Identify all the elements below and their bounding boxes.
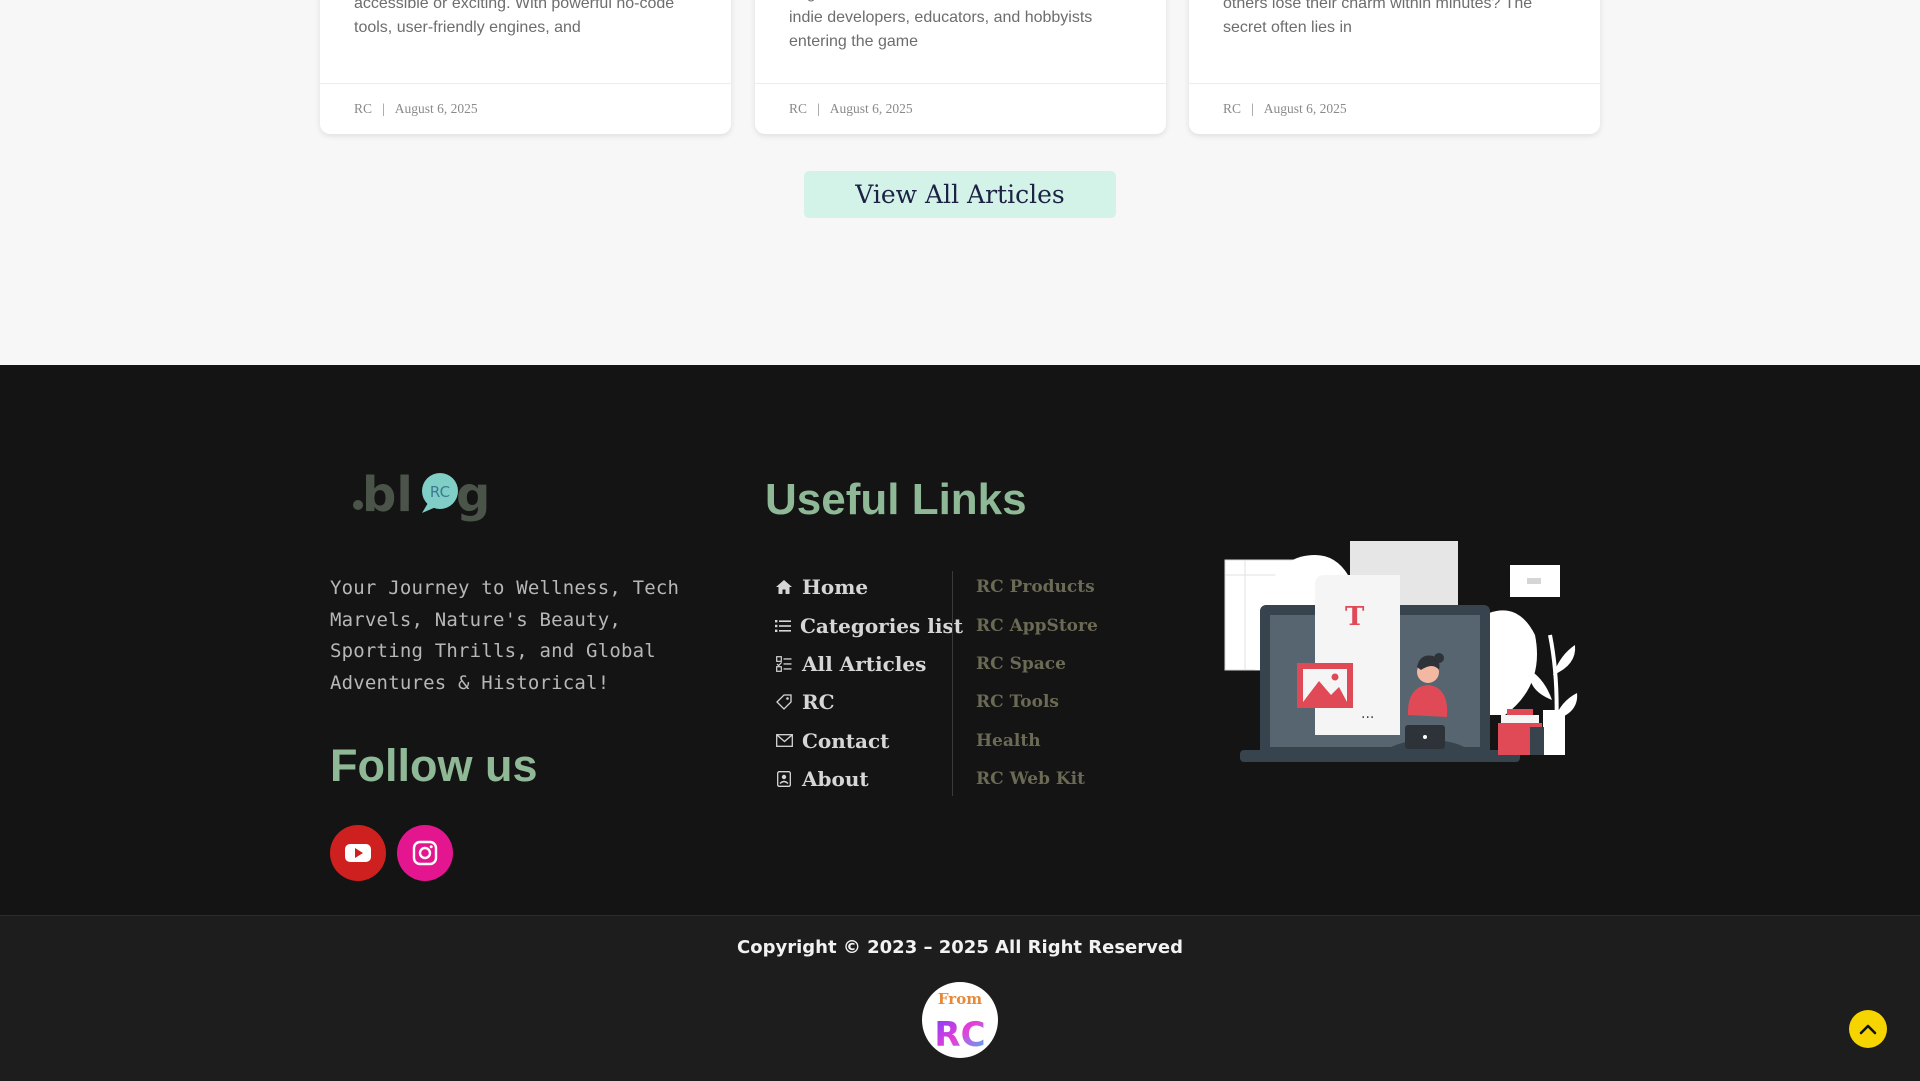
article-date: August 6, 2025	[1263, 101, 1347, 116]
svg-text:...: ...	[1361, 706, 1374, 722]
rc-links-list: RC Products RC AppStore RC Space RC Tool…	[976, 568, 1098, 798]
article-card[interactable]: accessible or exciting. With powerful no…	[320, 0, 731, 134]
footer-link-rc-tools[interactable]: RC Tools	[976, 683, 1098, 721]
instagram-button[interactable]	[397, 825, 453, 881]
logo-text: bl	[362, 467, 413, 523]
rc-logo-text: RC	[934, 1015, 985, 1055]
footer-link-contact[interactable]: Contact	[775, 722, 945, 760]
checklist-icon	[775, 655, 793, 673]
blogging-illustration: T ...	[1224, 541, 1578, 762]
article-author[interactable]: RC	[789, 101, 807, 117]
follow-us-heading: Follow us	[330, 740, 538, 791]
article-cards: accessible or exciting. With powerful no…	[320, 0, 1600, 135]
footer-link-label: Contact	[802, 728, 890, 753]
useful-links-heading: Useful Links	[765, 475, 1027, 524]
footer-link-label: RC	[802, 690, 835, 715]
youtube-button[interactable]	[330, 825, 386, 881]
svg-text:g: g	[456, 467, 490, 523]
instagram-icon	[412, 840, 438, 866]
footer-link-rc-web-kit[interactable]: RC Web Kit	[976, 760, 1098, 798]
footer-link-rc-appstore[interactable]: RC AppStore	[976, 606, 1098, 644]
svg-text:T: T	[1345, 602, 1365, 632]
footer-link-about[interactable]: About	[775, 760, 945, 798]
article-author[interactable]: RC	[354, 101, 372, 117]
footer-link-rc-products[interactable]: RC Products	[976, 568, 1098, 606]
article-meta: RC | August 6, 2025	[320, 83, 731, 134]
youtube-icon	[345, 844, 371, 862]
blog-logo[interactable]: bl RC g	[352, 455, 502, 527]
footer-link-label: Categories list	[800, 613, 963, 638]
article-date: August 6, 2025	[394, 101, 478, 116]
copyright-text: Copyright © 2023 – 2025 All Right Reserv…	[737, 937, 1183, 958]
meta-separator: |	[382, 101, 385, 116]
article-excerpt: engine is more critical than ever. With …	[789, 0, 1130, 50]
footer-link-home[interactable]: Home	[775, 568, 945, 606]
view-all-articles-button[interactable]: View All Articles	[804, 171, 1116, 218]
home-icon	[775, 578, 793, 596]
site-footer	[0, 365, 1920, 915]
article-meta: RC | August 6, 2025	[755, 83, 1166, 134]
contact-card-icon	[775, 770, 793, 788]
article-author[interactable]: RC	[1223, 101, 1241, 117]
article-date: August 6, 2025	[829, 101, 913, 116]
tag-icon	[775, 693, 793, 711]
chevron-up-icon	[1859, 1024, 1877, 1035]
meta-separator: |	[817, 101, 820, 116]
scroll-to-top-button[interactable]	[1849, 1010, 1887, 1048]
footer-link-categories[interactable]: Categories list	[775, 606, 963, 644]
footer-link-label: Home	[802, 575, 869, 600]
footer-link-rc-space[interactable]: RC Space	[976, 645, 1098, 683]
envelope-icon	[775, 732, 793, 750]
article-meta: RC | August 6, 2025	[1189, 83, 1600, 134]
meta-separator: |	[1251, 101, 1254, 116]
list-icon	[775, 617, 791, 635]
useful-links-list: Home Categories list All Articles RC Con…	[775, 568, 963, 798]
from-rc-badge[interactable]: From RC	[922, 982, 998, 1058]
footer-tagline: Your Journey to Wellness, Tech Marvels, …	[330, 577, 680, 694]
footer-link-health[interactable]: Health	[976, 722, 1098, 760]
rc-logo: RC	[934, 1015, 985, 1055]
links-divider	[952, 571, 953, 796]
article-excerpt: accessible or exciting. With powerful no…	[354, 0, 675, 36]
footer-link-label: All Articles	[802, 651, 927, 676]
article-card[interactable]: others lose their charm within minutes? …	[1189, 0, 1600, 134]
article-card[interactable]: engine is more critical than ever. With …	[755, 0, 1166, 134]
article-excerpt: others lose their charm within minutes? …	[1223, 0, 1533, 36]
footer-link-label: About	[802, 767, 869, 792]
logo-badge: RC	[430, 483, 450, 501]
footer-link-rc[interactable]: RC	[775, 683, 945, 721]
footer-link-all-articles[interactable]: All Articles	[775, 645, 945, 683]
